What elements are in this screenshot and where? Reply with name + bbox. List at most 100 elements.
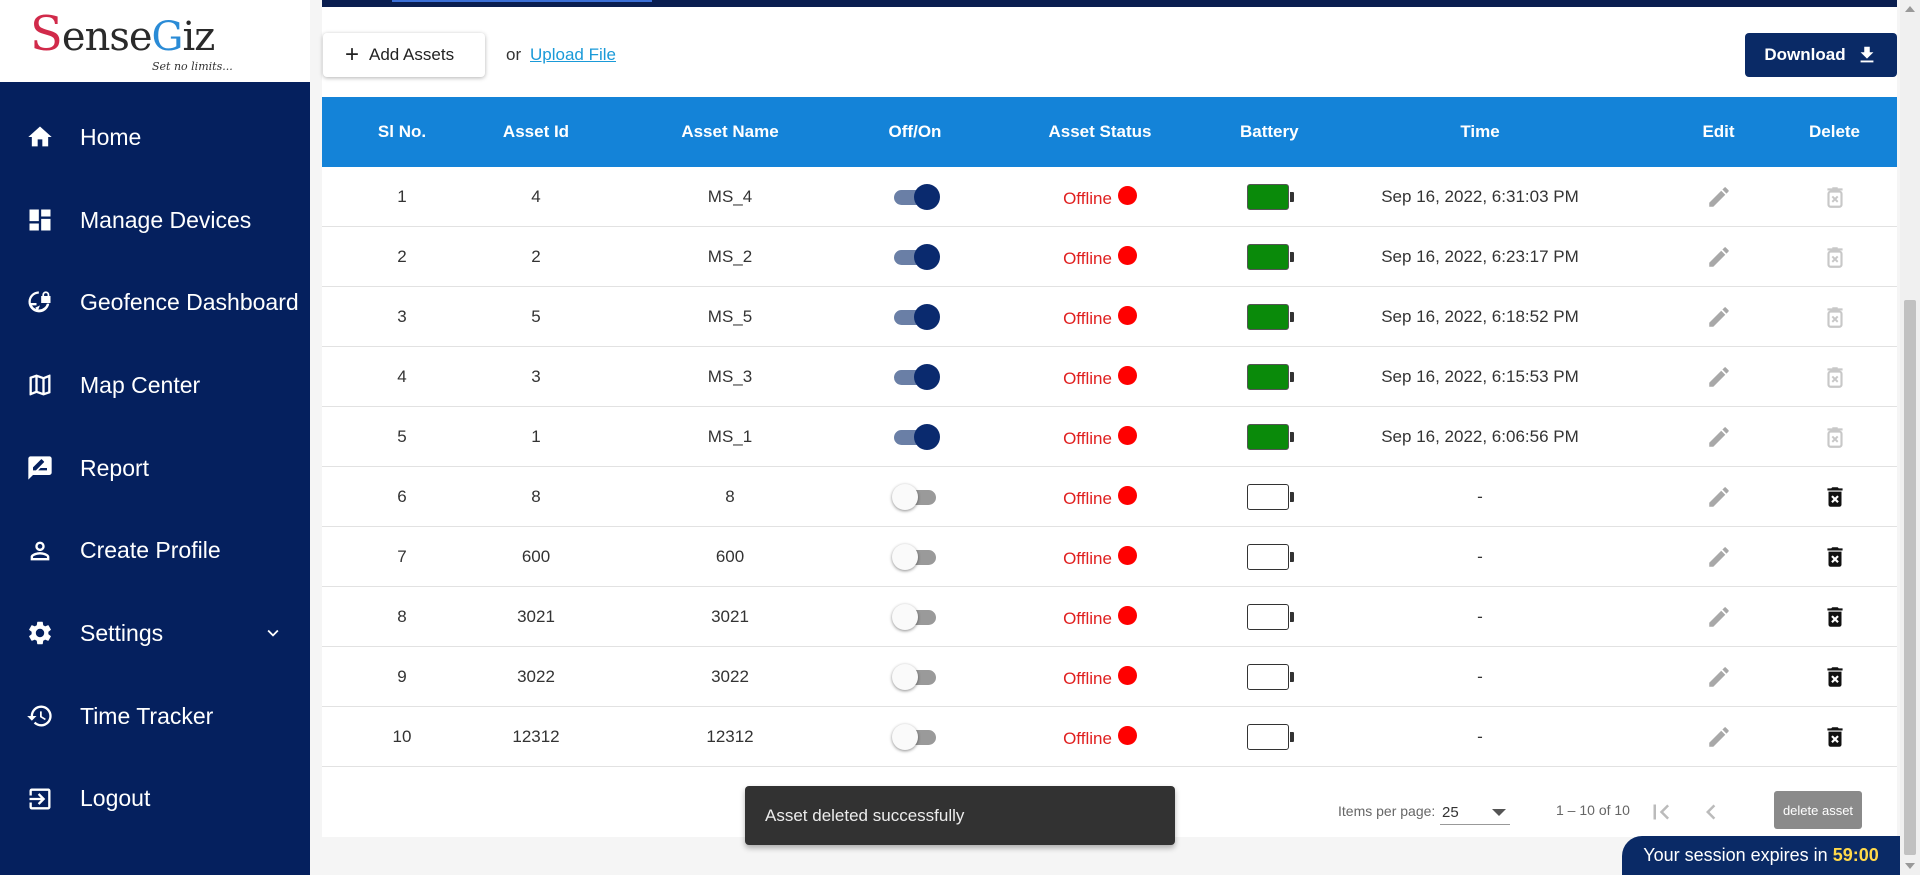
snackbar: Asset deleted successfully xyxy=(745,786,1175,845)
cell-asset-name: MS_1 xyxy=(707,426,753,446)
edit-button[interactable] xyxy=(1706,304,1732,330)
scroll-down-arrow-icon[interactable] xyxy=(1905,863,1915,869)
cell-asset-status: Offline xyxy=(960,725,1240,749)
delete-button[interactable] xyxy=(1822,184,1848,210)
cell-off-on xyxy=(870,182,960,212)
asset-toggle[interactable] xyxy=(892,182,940,212)
delete-button[interactable] xyxy=(1822,424,1848,450)
col-header-asset-id[interactable]: Asset Id xyxy=(482,122,590,142)
sidebar-item-time-tracker[interactable]: Time Tracker xyxy=(0,675,310,758)
cell-sl-no: 4 xyxy=(397,366,407,386)
status-badge: Offline xyxy=(1063,726,1137,749)
cell-asset-id: 12312 xyxy=(512,726,560,746)
cell-edit xyxy=(1665,364,1772,390)
sidebar-item-report[interactable]: Report xyxy=(0,427,310,510)
cell-asset-name: MS_5 xyxy=(707,306,753,326)
sidebar-item-label: Settings xyxy=(80,619,164,646)
sidebar-item-map-center[interactable]: Map Center xyxy=(0,344,310,427)
plus-icon: + xyxy=(345,41,360,68)
asset-toggle[interactable] xyxy=(892,362,940,392)
col-header-time[interactable]: Time xyxy=(1295,122,1665,142)
delete-button[interactable] xyxy=(1822,244,1848,270)
cell-off-on xyxy=(870,482,960,512)
cell-sl-no: 10 xyxy=(392,726,412,746)
asset-toggle[interactable] xyxy=(892,722,938,752)
edit-button[interactable] xyxy=(1706,184,1732,210)
asset-toggle[interactable] xyxy=(892,542,938,572)
status-badge: Offline xyxy=(1063,426,1137,449)
download-label: Download xyxy=(1764,45,1846,64)
cell-asset-status: Offline xyxy=(960,305,1240,329)
page-scrollbar[interactable] xyxy=(1900,0,1920,875)
delete-button[interactable] xyxy=(1822,544,1848,570)
table-row: 1 4 MS_4 Offline Sep 16, 2022, 6:31:03 P… xyxy=(322,167,1897,227)
status-badge: Offline xyxy=(1063,246,1137,269)
cell-delete xyxy=(1772,484,1897,510)
delete-asset-button[interactable]: delete asset xyxy=(1774,791,1862,829)
sidebar-item-settings[interactable]: Settings xyxy=(0,592,310,675)
sidebar-item-home[interactable]: Home xyxy=(0,96,310,179)
previous-page-button[interactable] xyxy=(1696,797,1726,827)
table-row: 4 3 MS_3 Offline Sep 16, 2022, 6:15:53 P… xyxy=(322,347,1897,407)
delete-button[interactable] xyxy=(1822,664,1848,690)
col-header-sl-no[interactable]: Sl No. xyxy=(322,122,482,142)
toggle-knob xyxy=(914,243,940,270)
edit-button[interactable] xyxy=(1706,484,1732,510)
asset-toggle[interactable] xyxy=(892,602,938,632)
asset-toggle[interactable] xyxy=(892,482,938,512)
sidebar-item-logout[interactable]: Logout xyxy=(0,758,310,841)
chevron-down-icon[interactable] xyxy=(262,622,284,644)
edit-button[interactable] xyxy=(1706,664,1732,690)
col-header-battery[interactable]: Battery xyxy=(1240,122,1299,142)
session-time: 59:00 xyxy=(1832,845,1879,865)
edit-button[interactable] xyxy=(1706,424,1732,450)
delete-button[interactable] xyxy=(1822,484,1848,510)
edit-button[interactable] xyxy=(1706,364,1732,390)
cell-time: Sep 16, 2022, 6:23:17 PM xyxy=(1381,246,1579,266)
logo-area: SenseGiz Set no limits... xyxy=(0,0,310,82)
delete-bin-icon xyxy=(1826,366,1843,388)
col-header-off-on[interactable]: Off/On xyxy=(870,122,960,142)
cell-asset-name: MS_2 xyxy=(707,246,753,266)
sidebar-nav: Home Manage Devices Geofence Dashboard M… xyxy=(0,96,310,840)
delete-button[interactable] xyxy=(1822,304,1848,330)
col-header-asset-name[interactable]: Asset Name xyxy=(590,122,870,142)
sidebar-item-geofence-dashboard[interactable]: Geofence Dashboard xyxy=(0,261,310,344)
globe-lock-icon xyxy=(26,289,54,317)
asset-toggle[interactable] xyxy=(892,662,938,692)
edit-button[interactable] xyxy=(1706,724,1732,750)
battery-icon xyxy=(1246,303,1294,330)
status-badge: Offline xyxy=(1063,546,1137,569)
edit-button[interactable] xyxy=(1706,604,1732,630)
items-per-page-label: Items per page: xyxy=(1338,803,1436,819)
status-text: Offline xyxy=(1063,548,1112,568)
status-dot-icon xyxy=(1117,666,1137,685)
scrollbar-thumb[interactable] xyxy=(1904,300,1916,855)
items-per-page-select[interactable]: 25 xyxy=(1440,797,1510,825)
sidebar-item-create-profile[interactable]: Create Profile xyxy=(0,509,310,592)
edit-button[interactable] xyxy=(1706,244,1732,270)
upload-file-link[interactable]: Upload File xyxy=(530,45,616,65)
scroll-up-arrow-icon[interactable] xyxy=(1905,6,1915,12)
delete-bin-icon xyxy=(1826,606,1843,627)
sidebar-item-manage-devices[interactable]: Manage Devices xyxy=(0,179,310,262)
asset-toggle[interactable] xyxy=(892,422,940,452)
add-assets-button[interactable]: + Add Assets xyxy=(323,33,485,77)
delete-button[interactable] xyxy=(1822,364,1848,390)
col-header-asset-status[interactable]: Asset Status xyxy=(960,122,1240,142)
sensegiz-logo[interactable]: SenseGiz Set no limits... xyxy=(30,10,233,73)
asset-toggle[interactable] xyxy=(892,302,940,332)
cell-battery xyxy=(1240,303,1295,330)
download-button[interactable]: Download xyxy=(1745,33,1897,77)
status-dot-icon xyxy=(1117,426,1137,445)
edit-button[interactable] xyxy=(1706,544,1732,570)
cell-asset-name: 12312 xyxy=(706,726,754,746)
asset-toggle[interactable] xyxy=(892,242,940,272)
pencil-icon xyxy=(1708,306,1729,327)
delete-button[interactable] xyxy=(1822,724,1848,750)
toggle-knob xyxy=(892,723,918,750)
cell-delete xyxy=(1772,424,1897,450)
first-page-button[interactable] xyxy=(1646,797,1676,827)
sidebar: SenseGiz Set no limits... Home Manage De… xyxy=(0,0,310,875)
delete-button[interactable] xyxy=(1822,604,1848,630)
